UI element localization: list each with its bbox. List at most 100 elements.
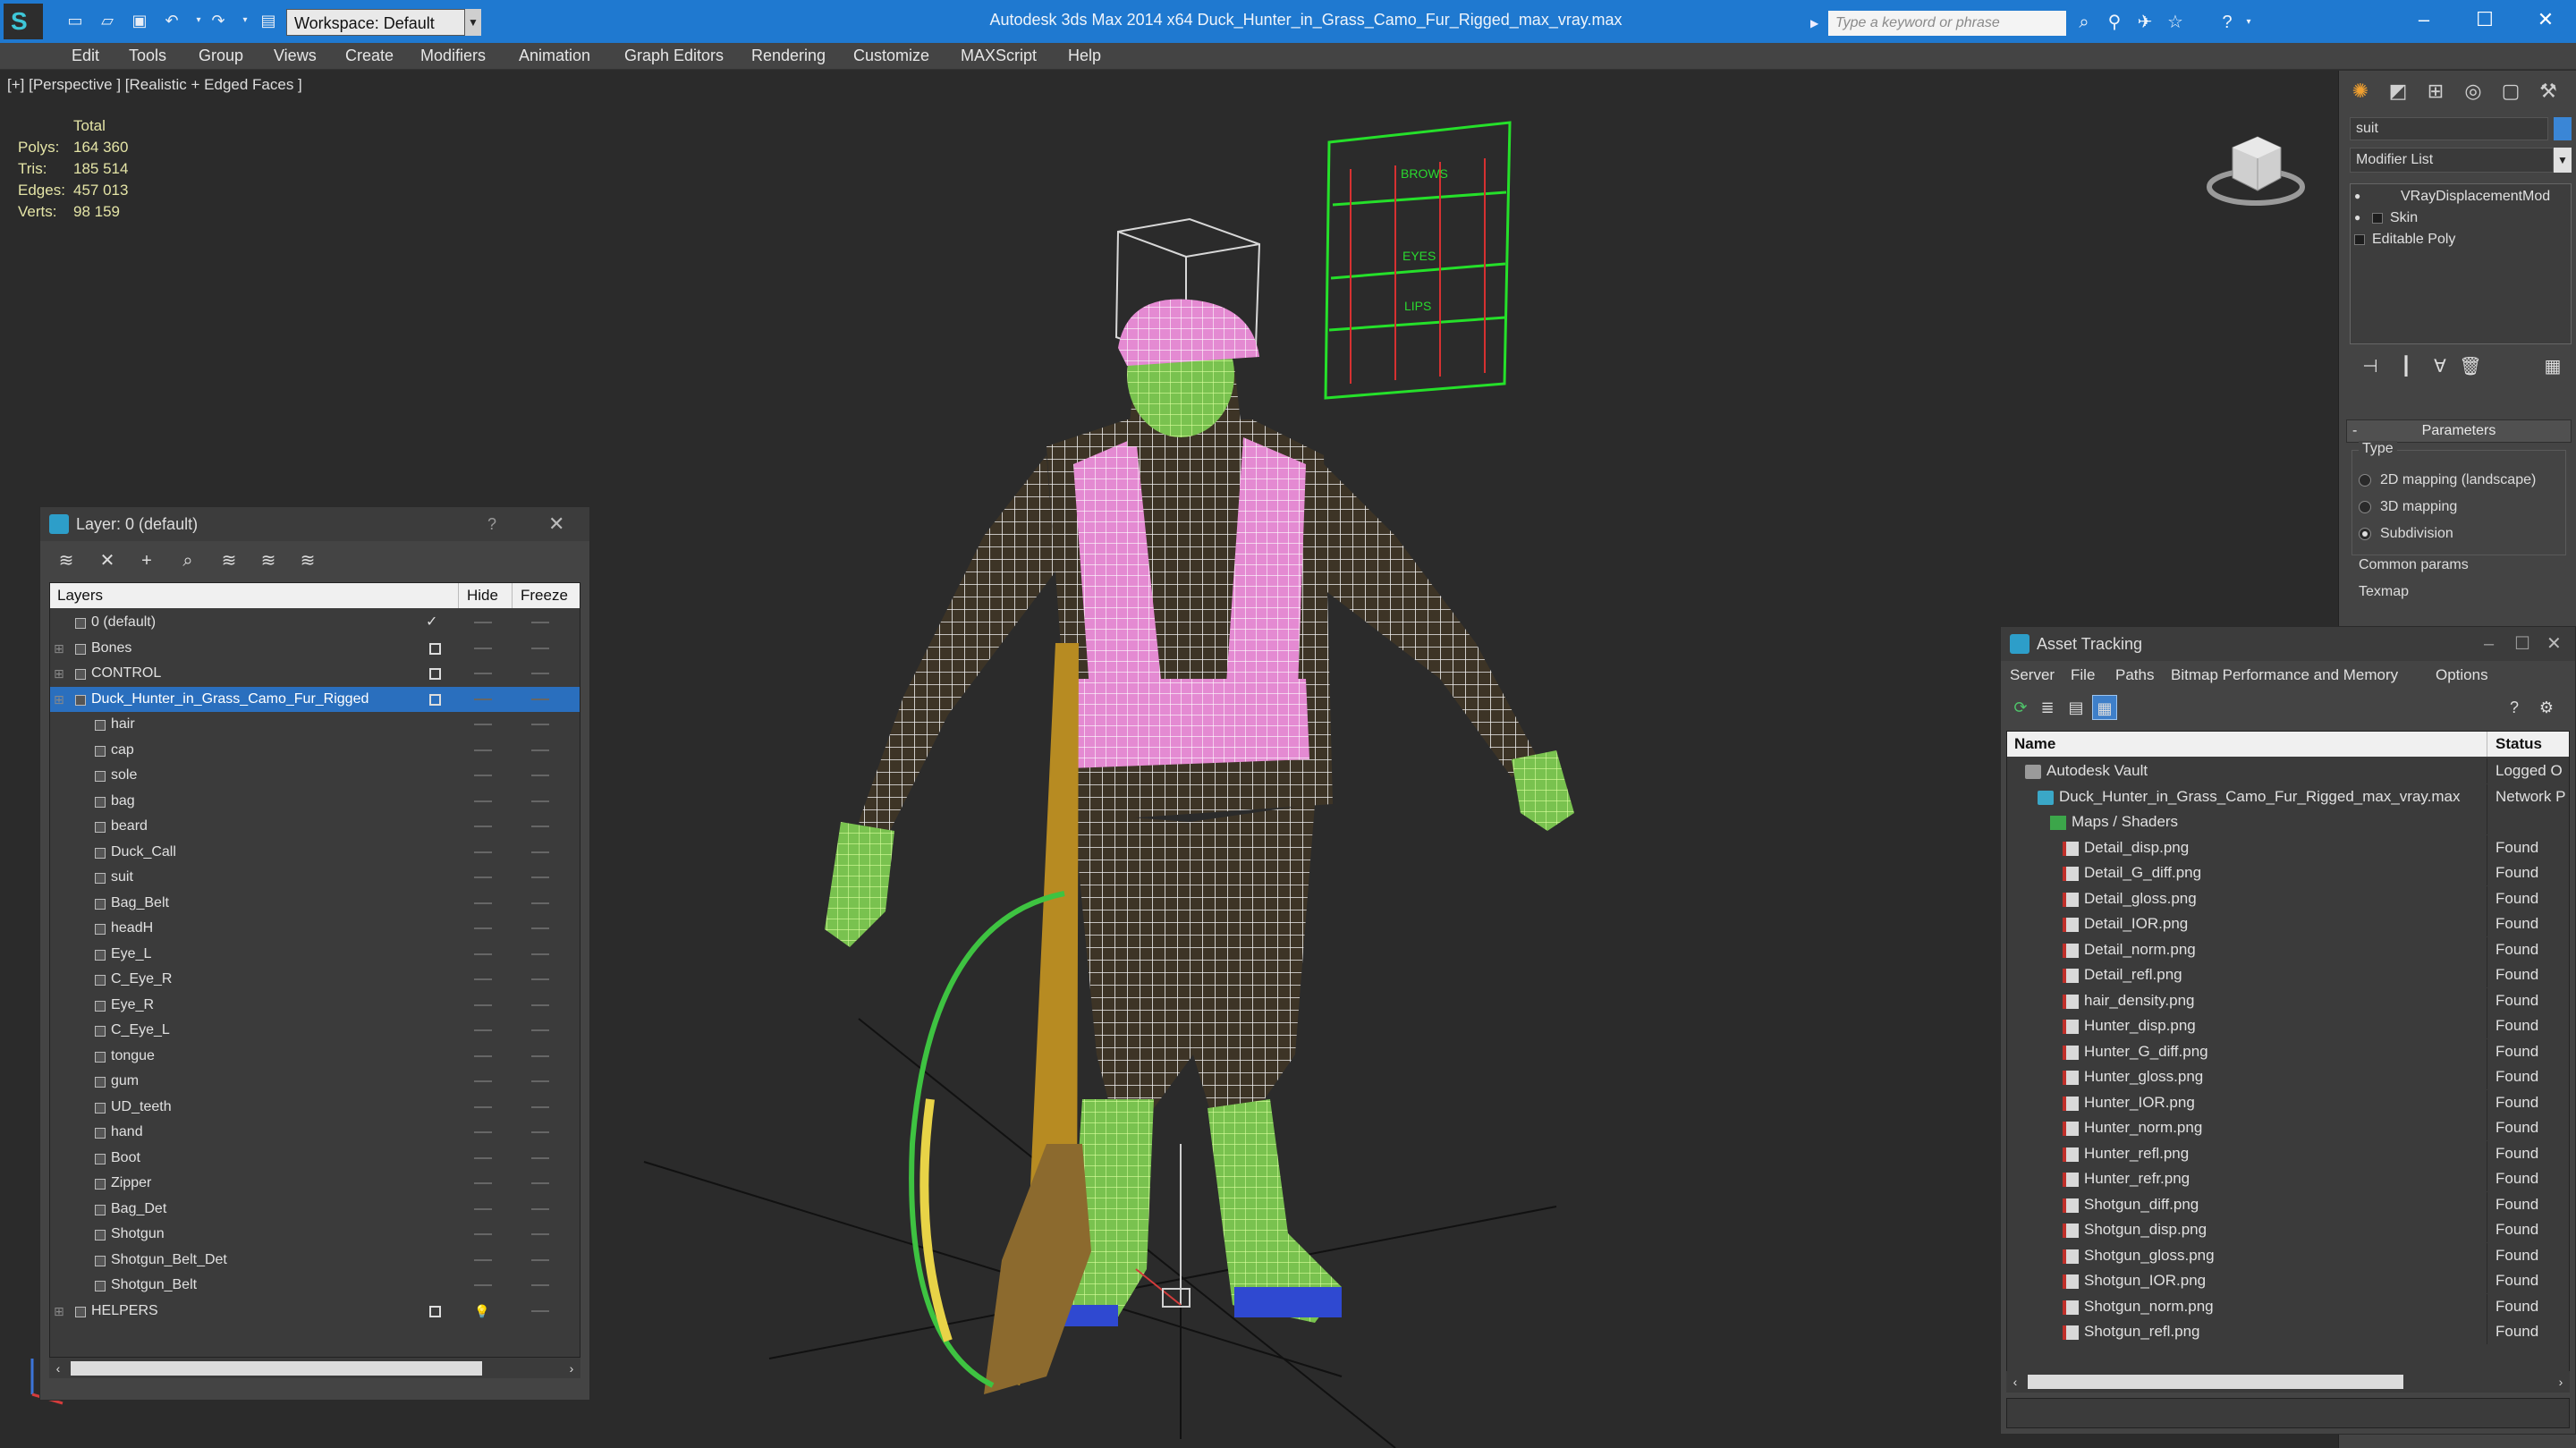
layer-object-row[interactable]: hand [50, 1120, 580, 1146]
set-current-checkbox[interactable] [429, 693, 441, 706]
hide-toggle[interactable] [474, 1080, 492, 1082]
stack-item-vraydisplacement[interactable]: ● VRayDisplacementMod [2351, 186, 2571, 207]
minimize-icon[interactable]: – [2484, 627, 2494, 661]
layer-object-row[interactable]: Eye_R [50, 993, 580, 1019]
menu-tools[interactable]: Tools [129, 43, 166, 70]
hide-toggle[interactable] [474, 800, 492, 802]
asset-row[interactable]: Detail_norm.png Found [2007, 936, 2569, 963]
hide-toggle[interactable] [474, 953, 492, 955]
hide-toggle[interactable] [474, 826, 492, 827]
asset-row[interactable]: Shotgun_diff.png Found [2007, 1191, 2569, 1218]
freeze-toggle[interactable] [531, 749, 549, 751]
layer-object-row[interactable]: Eye_L [50, 942, 580, 968]
asset-row[interactable]: Shotgun_norm.png Found [2007, 1293, 2569, 1320]
hide-toggle[interactable] [474, 902, 492, 904]
add-to-layer-icon[interactable]: + [133, 548, 160, 573]
layer-object-row[interactable]: gum [50, 1069, 580, 1095]
asset-row[interactable]: Hunter_disp.png Found [2007, 1013, 2569, 1039]
col-layers[interactable]: Layers [57, 583, 103, 608]
layer-object-row[interactable]: Boot [50, 1146, 580, 1172]
object-name-field[interactable]: suit [2350, 117, 2548, 140]
asset-row[interactable]: Hunter_refl.png Found [2007, 1140, 2569, 1167]
hide-toggle[interactable] [474, 1258, 492, 1261]
radio-subdivision[interactable]: Subdivision [2359, 523, 2453, 545]
hide-toggle[interactable] [474, 1284, 492, 1286]
col-status[interactable]: Status [2496, 732, 2542, 757]
search-input[interactable]: Type a keyword or phrase [1828, 11, 2066, 36]
hide-toggle[interactable] [474, 775, 492, 776]
hide-toggle[interactable] [474, 851, 492, 853]
expand-icon[interactable]: ⊞ [54, 1299, 64, 1324]
help-button[interactable]: ? [487, 507, 496, 541]
asset-row[interactable]: Detail_gloss.png Found [2007, 885, 2569, 912]
hide-toggle[interactable] [474, 622, 492, 623]
communication-center-icon[interactable]: ✈ [2132, 11, 2157, 34]
expand-icon[interactable]: ⊞ [54, 687, 64, 712]
layer-row[interactable]: ⊞ Duck_Hunter_in_Grass_Camo_Fur_Rigged [50, 686, 580, 712]
lightbulb-icon[interactable]: ● [2354, 211, 2367, 224]
layer-row[interactable]: ⊞ HELPERS 💡 [50, 1299, 580, 1325]
hide-toggle[interactable] [474, 927, 492, 929]
layer-row[interactable]: 0 (default) ✓ [50, 610, 580, 636]
layer-object-row[interactable]: tongue [50, 1044, 580, 1070]
asset-row[interactable]: Detail_IOR.png Found [2007, 911, 2569, 937]
menu-modifiers[interactable]: Modifiers [420, 43, 486, 70]
asset-row[interactable]: Hunter_norm.png Found [2007, 1115, 2569, 1141]
scroll-right-icon[interactable]: › [563, 1358, 580, 1379]
asset-panel-titlebar[interactable]: Asset Tracking – ☐ ✕ [2001, 627, 2575, 661]
hide-toggle[interactable] [474, 1054, 492, 1057]
freeze-toggle[interactable] [531, 978, 549, 980]
menu-views[interactable]: Views [274, 43, 317, 70]
table-view-icon[interactable]: ▤ [2063, 695, 2089, 720]
hide-toggle-lightbulb-icon[interactable]: 💡 [474, 1299, 492, 1324]
asset-row[interactable]: Hunter_refr.png Found [2007, 1166, 2569, 1192]
freeze-toggle[interactable] [531, 647, 549, 649]
hierarchy-tab-icon[interactable]: ⊞ [2418, 76, 2453, 106]
freeze-toggle[interactable] [531, 698, 549, 700]
hide-toggle[interactable] [474, 647, 492, 649]
asset-row[interactable]: Hunter_IOR.png Found [2007, 1089, 2569, 1116]
radio-3d-mapping[interactable]: 3D mapping [2359, 496, 2457, 518]
close-icon[interactable]: ✕ [2546, 627, 2562, 661]
asset-row[interactable]: Detail_disp.png Found [2007, 834, 2569, 861]
asset-menu-server[interactable]: Server [2010, 663, 2055, 688]
freeze-toggle[interactable] [531, 902, 549, 904]
hide-toggle[interactable] [474, 1207, 492, 1210]
layer-object-row[interactable]: Zipper [50, 1171, 580, 1197]
layer-object-row[interactable]: Shotgun_Belt [50, 1273, 580, 1299]
freeze-toggle[interactable] [531, 673, 549, 674]
hide-toggle[interactable] [474, 698, 492, 700]
help-dropdown-icon[interactable]: ▾ [2236, 11, 2261, 34]
asset-row[interactable]: Duck_Hunter_in_Grass_Camo_Fur_Rigged_max… [2007, 783, 2569, 810]
layer-row[interactable]: ⊞ CONTROL [50, 661, 580, 687]
list-view-icon[interactable]: ≣ [2035, 695, 2060, 720]
scroll-left-icon[interactable]: ‹ [2006, 1371, 2024, 1393]
scroll-right-icon[interactable]: › [2552, 1371, 2570, 1393]
parameters-rollout[interactable]: - Parameters [2346, 419, 2572, 443]
col-name[interactable]: Name [2014, 732, 2055, 757]
utilities-tab-icon[interactable]: ⚒ [2530, 76, 2566, 106]
menu-animation[interactable]: Animation [519, 43, 590, 70]
layer-object-row[interactable]: beard [50, 814, 580, 840]
freeze-toggle[interactable] [531, 1233, 549, 1235]
maximize-button[interactable]: ☐ [2458, 4, 2512, 36]
freeze-toggle[interactable] [531, 1156, 549, 1159]
maximize-icon[interactable]: ☐ [2514, 627, 2530, 661]
lightbulb-icon[interactable]: ● [2354, 190, 2367, 202]
asset-row[interactable]: Shotgun_gloss.png Found [2007, 1242, 2569, 1269]
hide-toggle[interactable] [474, 876, 492, 878]
horizontal-scrollbar[interactable]: ‹ › [2006, 1371, 2570, 1393]
layer-object-row[interactable]: suit [50, 865, 580, 891]
layer-object-row[interactable]: cap [50, 738, 580, 764]
asset-row[interactable]: Shotgun_IOR.png Found [2007, 1268, 2569, 1294]
freeze-toggle[interactable] [531, 851, 549, 853]
freeze-toggle[interactable] [531, 724, 549, 725]
freeze-toggle[interactable] [531, 1029, 549, 1031]
expand-box-icon[interactable] [2354, 234, 2365, 245]
layer-object-row[interactable]: UD_teeth [50, 1095, 580, 1121]
make-unique-icon[interactable]: ∀ [2427, 353, 2453, 380]
current-layer-check-icon[interactable]: ✓ [426, 610, 437, 635]
menu-help[interactable]: Help [1068, 43, 1101, 70]
remove-modifier-icon[interactable]: 🗑 [2457, 353, 2484, 380]
hide-toggle[interactable] [474, 1182, 492, 1184]
